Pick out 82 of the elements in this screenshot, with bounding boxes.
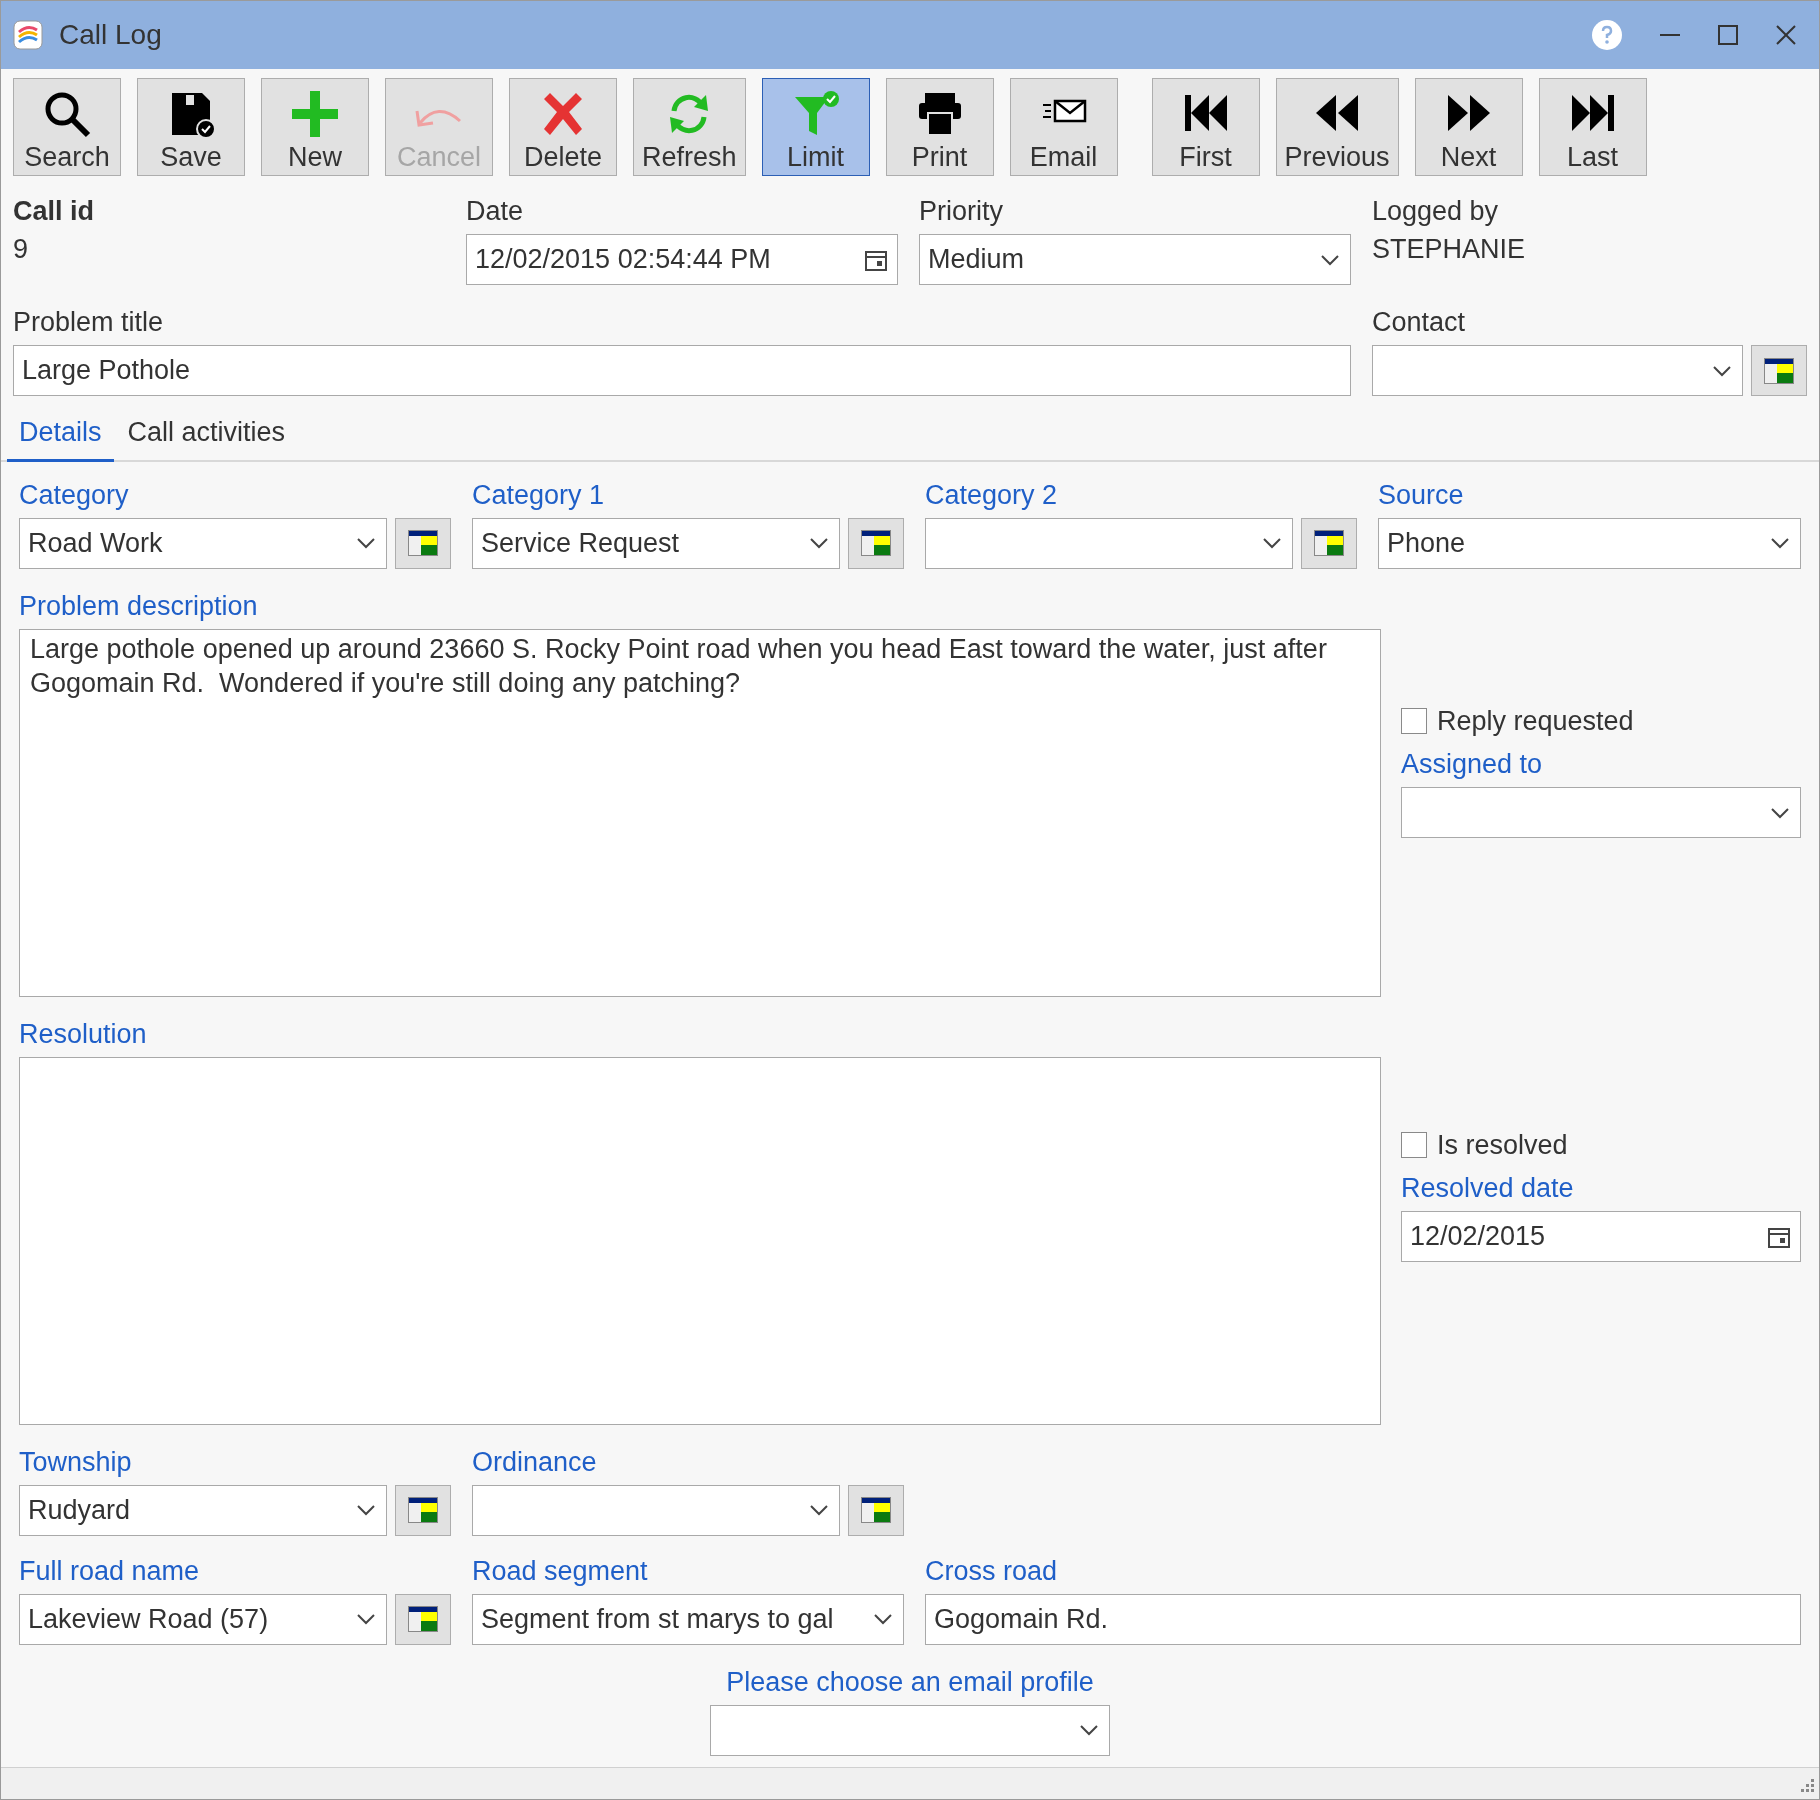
calendar-icon[interactable] xyxy=(1768,1225,1790,1248)
dropdown[interactable]: Segment from st marys to gal xyxy=(472,1593,904,1645)
chevron-down-icon xyxy=(356,1611,376,1627)
table-icon xyxy=(861,530,891,556)
field-label: Resolved date xyxy=(1401,1172,1575,1205)
field-label: Category 2 xyxy=(925,478,1059,512)
dropdown[interactable]: Rudyard xyxy=(19,1484,387,1536)
table-icon xyxy=(408,1497,438,1523)
table-icon xyxy=(408,530,438,556)
toolbar-button[interactable]: New xyxy=(261,78,369,176)
toolbar-button[interactable]: Previous xyxy=(1275,78,1399,176)
toolbar-button[interactable]: Refresh xyxy=(633,78,746,176)
table-icon xyxy=(1314,530,1344,556)
lookup-button[interactable] xyxy=(395,1593,451,1645)
field-label: Township xyxy=(19,1445,133,1479)
field-label: Cross road xyxy=(925,1554,1059,1588)
toolbar-button[interactable]: Email xyxy=(1009,78,1118,176)
dropdown[interactable]: Medium xyxy=(919,234,1351,285)
dropdown[interactable]: Lakeview Road (57) xyxy=(19,1593,387,1645)
maximize-icon[interactable] xyxy=(1717,24,1739,46)
close-icon[interactable] xyxy=(1775,24,1797,46)
chevron-down-icon xyxy=(1770,535,1790,551)
field-label: Resolution xyxy=(19,1017,148,1051)
chevron-down-icon xyxy=(1262,535,1282,551)
lookup-button[interactable] xyxy=(848,517,904,569)
field-label: Priority xyxy=(919,195,1004,228)
app-icon xyxy=(13,20,43,50)
field-label: Source xyxy=(1378,478,1465,512)
field-value: 9 xyxy=(13,234,30,264)
field-label: Problem title xyxy=(13,306,165,339)
tab[interactable]: Call activities xyxy=(115,408,298,462)
plus-icon xyxy=(290,88,340,139)
field-label: Please choose an email profile xyxy=(725,1665,1095,1699)
field-label: Category xyxy=(19,478,130,512)
toolbar-button[interactable]: Next xyxy=(1414,78,1523,176)
dropdown[interactable]: Road Work xyxy=(19,517,387,569)
chevron-down-icon xyxy=(809,1502,829,1518)
chevron-down-icon xyxy=(356,535,376,551)
text-field[interactable]: Large Pothole xyxy=(13,345,1351,396)
toolbar-button[interactable]: Delete xyxy=(509,78,617,176)
field-label: Problem description xyxy=(19,589,259,623)
text-area[interactable]: Large pothole opened up around 23660 S. Rocky Point road when you head East toward the water, just after Gogomain Rd. Wondered if you're still doing any patching? xyxy=(19,628,1381,997)
lookup-button[interactable] xyxy=(1751,345,1807,396)
field-label: Road segment xyxy=(472,1554,649,1588)
field-label: Date xyxy=(466,195,525,228)
lookup-button[interactable] xyxy=(395,517,451,569)
calendar-icon[interactable] xyxy=(865,248,887,271)
table-icon xyxy=(861,1497,891,1523)
chevron-down-icon xyxy=(1079,1722,1099,1738)
toolbar-button[interactable]: Search xyxy=(13,78,121,176)
checkbox-label: Is resolved xyxy=(1437,1128,1568,1162)
table-icon xyxy=(408,1606,438,1632)
tab[interactable]: Details xyxy=(7,408,114,462)
field-value: STEPHANIE xyxy=(1372,234,1527,264)
field-label: Assigned to xyxy=(1401,748,1544,781)
field-label: Ordinance xyxy=(472,1445,598,1479)
checkbox[interactable] xyxy=(1401,707,1427,734)
lookup-button[interactable] xyxy=(848,1484,904,1536)
window-title: Call Log xyxy=(59,18,162,52)
dropdown[interactable]: Service Request xyxy=(472,517,840,569)
date-field[interactable]: 12/02/2015 xyxy=(1401,1211,1801,1262)
toolbar-button[interactable]: Last xyxy=(1538,78,1647,176)
field-label: Call id xyxy=(13,195,95,228)
checkbox-label: Reply requested xyxy=(1437,704,1634,738)
dropdown[interactable]: Phone xyxy=(1378,517,1801,569)
toolbar-button[interactable]: First xyxy=(1151,78,1260,176)
chevron-down-icon xyxy=(356,1502,376,1518)
lookup-button[interactable] xyxy=(1301,517,1357,569)
toolbar-button[interactable]: Limit xyxy=(761,78,870,176)
date-field[interactable]: 12/02/2015 02:54:44 PM xyxy=(466,234,898,285)
field-label: Contact xyxy=(1372,306,1467,339)
checkbox[interactable] xyxy=(1401,1131,1427,1158)
field-label: Category 1 xyxy=(472,478,606,512)
lookup-button[interactable] xyxy=(395,1484,451,1536)
text-field[interactable]: Gogomain Rd. xyxy=(925,1593,1801,1645)
toolbar-button[interactable]: Print xyxy=(885,78,994,176)
toolbar-button[interactable]: Save xyxy=(137,78,245,176)
table-icon xyxy=(1764,357,1794,384)
chevron-down-icon xyxy=(809,535,829,551)
chevron-down-icon xyxy=(873,1611,893,1627)
field-label: Logged by xyxy=(1372,195,1500,228)
field-label: Full road name xyxy=(19,1554,201,1588)
